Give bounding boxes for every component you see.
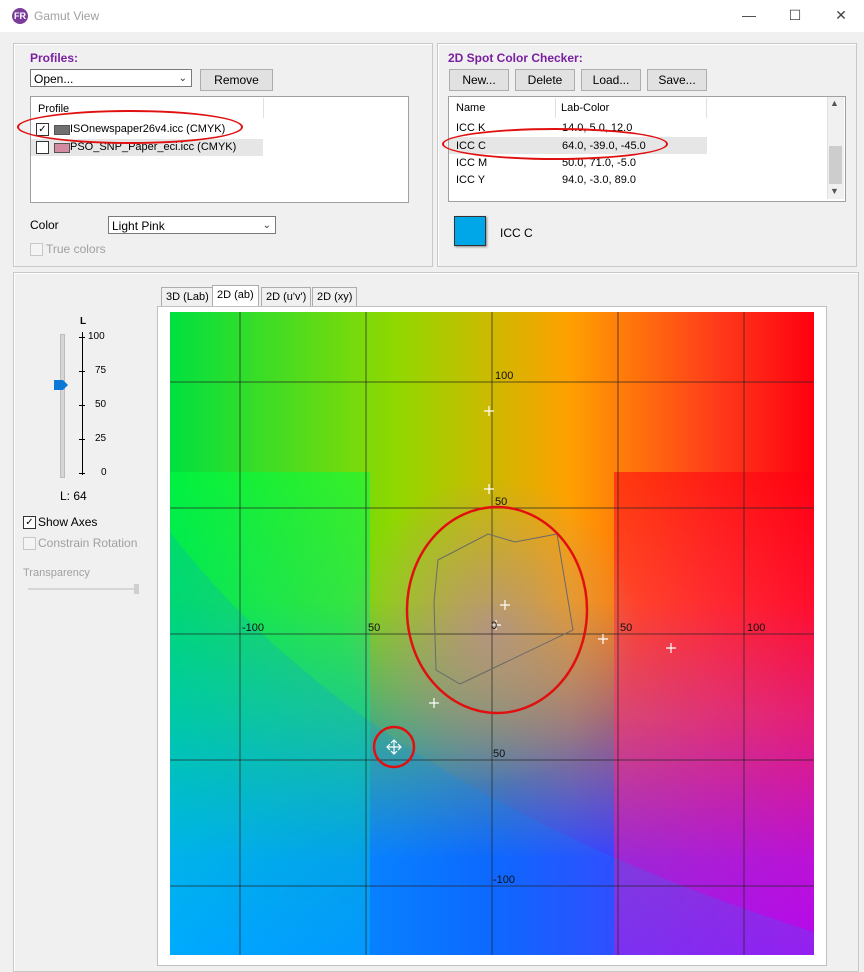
color-combo-value: Light Pink xyxy=(112,219,165,233)
lightness-tick: 50 xyxy=(95,399,107,410)
axis-label-origin: 0 xyxy=(491,620,498,632)
tab-2d-uv[interactable]: 2D (u'v') xyxy=(261,287,312,307)
color-combo[interactable]: Light Pink ⌄ xyxy=(108,216,276,234)
tab-2d-ab[interactable]: 2D (ab) xyxy=(212,285,259,307)
minimize-button[interactable]: — xyxy=(726,0,772,32)
transparency-track[interactable] xyxy=(28,588,138,590)
remove-button[interactable]: Remove xyxy=(200,69,273,91)
lightness-thumb[interactable] xyxy=(53,379,69,391)
column-lab: Lab-Color xyxy=(561,102,610,114)
profiles-title: Profiles: xyxy=(30,51,79,65)
window-title: Gamut View xyxy=(34,9,100,23)
save-button[interactable]: Save... xyxy=(647,69,707,91)
header-divider xyxy=(263,98,264,118)
close-button[interactable]: ✕ xyxy=(818,0,864,32)
transparency-label: Transparency xyxy=(23,567,90,579)
axis-label-b-neg50: 50 xyxy=(493,748,506,760)
axis-label-a-neg50: 50 xyxy=(368,622,381,634)
true-colors-checkbox[interactable] xyxy=(30,243,43,256)
chevron-down-icon: ⌄ xyxy=(262,220,271,231)
open-profile-value: Open... xyxy=(34,72,74,86)
tick-mark xyxy=(79,337,85,338)
highlight-ellipse xyxy=(17,110,243,144)
app-icon: FR xyxy=(12,8,28,24)
ab-plot[interactable] xyxy=(170,312,814,955)
title-bar: FR Gamut View — ☐ ✕ xyxy=(0,0,864,32)
delete-button[interactable]: Delete xyxy=(515,69,575,91)
axis-label-b-neg100: -100 xyxy=(493,874,516,886)
lightness-tick: 25 xyxy=(95,433,107,444)
spot-checker-title: 2D Spot Color Checker: xyxy=(448,51,583,65)
true-colors-label: True colors xyxy=(46,242,106,256)
load-button[interactable]: Load... xyxy=(581,69,641,91)
header-divider xyxy=(555,98,556,118)
spot-row-4-name[interactable]: ICC Y xyxy=(456,174,485,186)
scroll-up-icon[interactable]: ▲ xyxy=(830,98,839,108)
highlight-ellipse xyxy=(442,128,668,160)
lightness-axis-label: L xyxy=(80,316,87,327)
lightness-tick: 0 xyxy=(101,467,107,478)
spot-row-3-name[interactable]: ICC M xyxy=(456,157,487,169)
show-axes-checkbox[interactable]: ✓ xyxy=(23,516,36,529)
open-profile-combo[interactable]: Open... ⌄ xyxy=(30,69,192,87)
axis-label-a-50: 50 xyxy=(620,622,633,634)
lightness-scale-line xyxy=(82,332,83,475)
profile-2-checkbox[interactable] xyxy=(36,141,49,154)
tick-mark xyxy=(79,405,85,406)
header-divider xyxy=(706,98,707,118)
selected-color-label: ICC C xyxy=(500,226,533,240)
axis-label-a-neg100: -100 xyxy=(242,622,265,634)
tick-mark xyxy=(79,473,85,474)
new-button[interactable]: New... xyxy=(449,69,509,91)
axis-label-b-100: 100 xyxy=(495,370,514,382)
column-name: Name xyxy=(456,102,486,114)
lightness-value: L: 64 xyxy=(60,489,87,503)
transparency-thumb[interactable] xyxy=(134,584,139,594)
profile-2-swatch xyxy=(54,143,70,153)
tick-mark xyxy=(79,371,85,372)
tab-2d-xy[interactable]: 2D (xy) xyxy=(312,287,358,307)
chevron-down-icon: ⌄ xyxy=(178,73,187,84)
show-axes-label: Show Axes xyxy=(38,515,98,529)
lightness-tick: 75 xyxy=(95,365,107,376)
tick-mark xyxy=(79,439,85,440)
lightness-track[interactable] xyxy=(60,334,65,478)
scroll-thumb[interactable] xyxy=(829,146,842,184)
axis-label-b-50: 50 xyxy=(495,496,508,508)
selected-color-swatch xyxy=(454,216,486,246)
spot-row-4-lab: 94.0, -3.0, 89.0 xyxy=(562,174,636,186)
constrain-rotation-checkbox[interactable] xyxy=(23,537,36,550)
scroll-down-icon[interactable]: ▼ xyxy=(830,186,839,196)
color-label: Color xyxy=(30,218,59,232)
lightness-tick: 100 xyxy=(88,331,105,342)
maximize-button[interactable]: ☐ xyxy=(772,0,818,32)
axis-label-a-100: 100 xyxy=(747,622,766,634)
constrain-rotation-label: Constrain Rotation xyxy=(38,536,138,550)
tab-3d-lab[interactable]: 3D (Lab) xyxy=(161,287,214,307)
